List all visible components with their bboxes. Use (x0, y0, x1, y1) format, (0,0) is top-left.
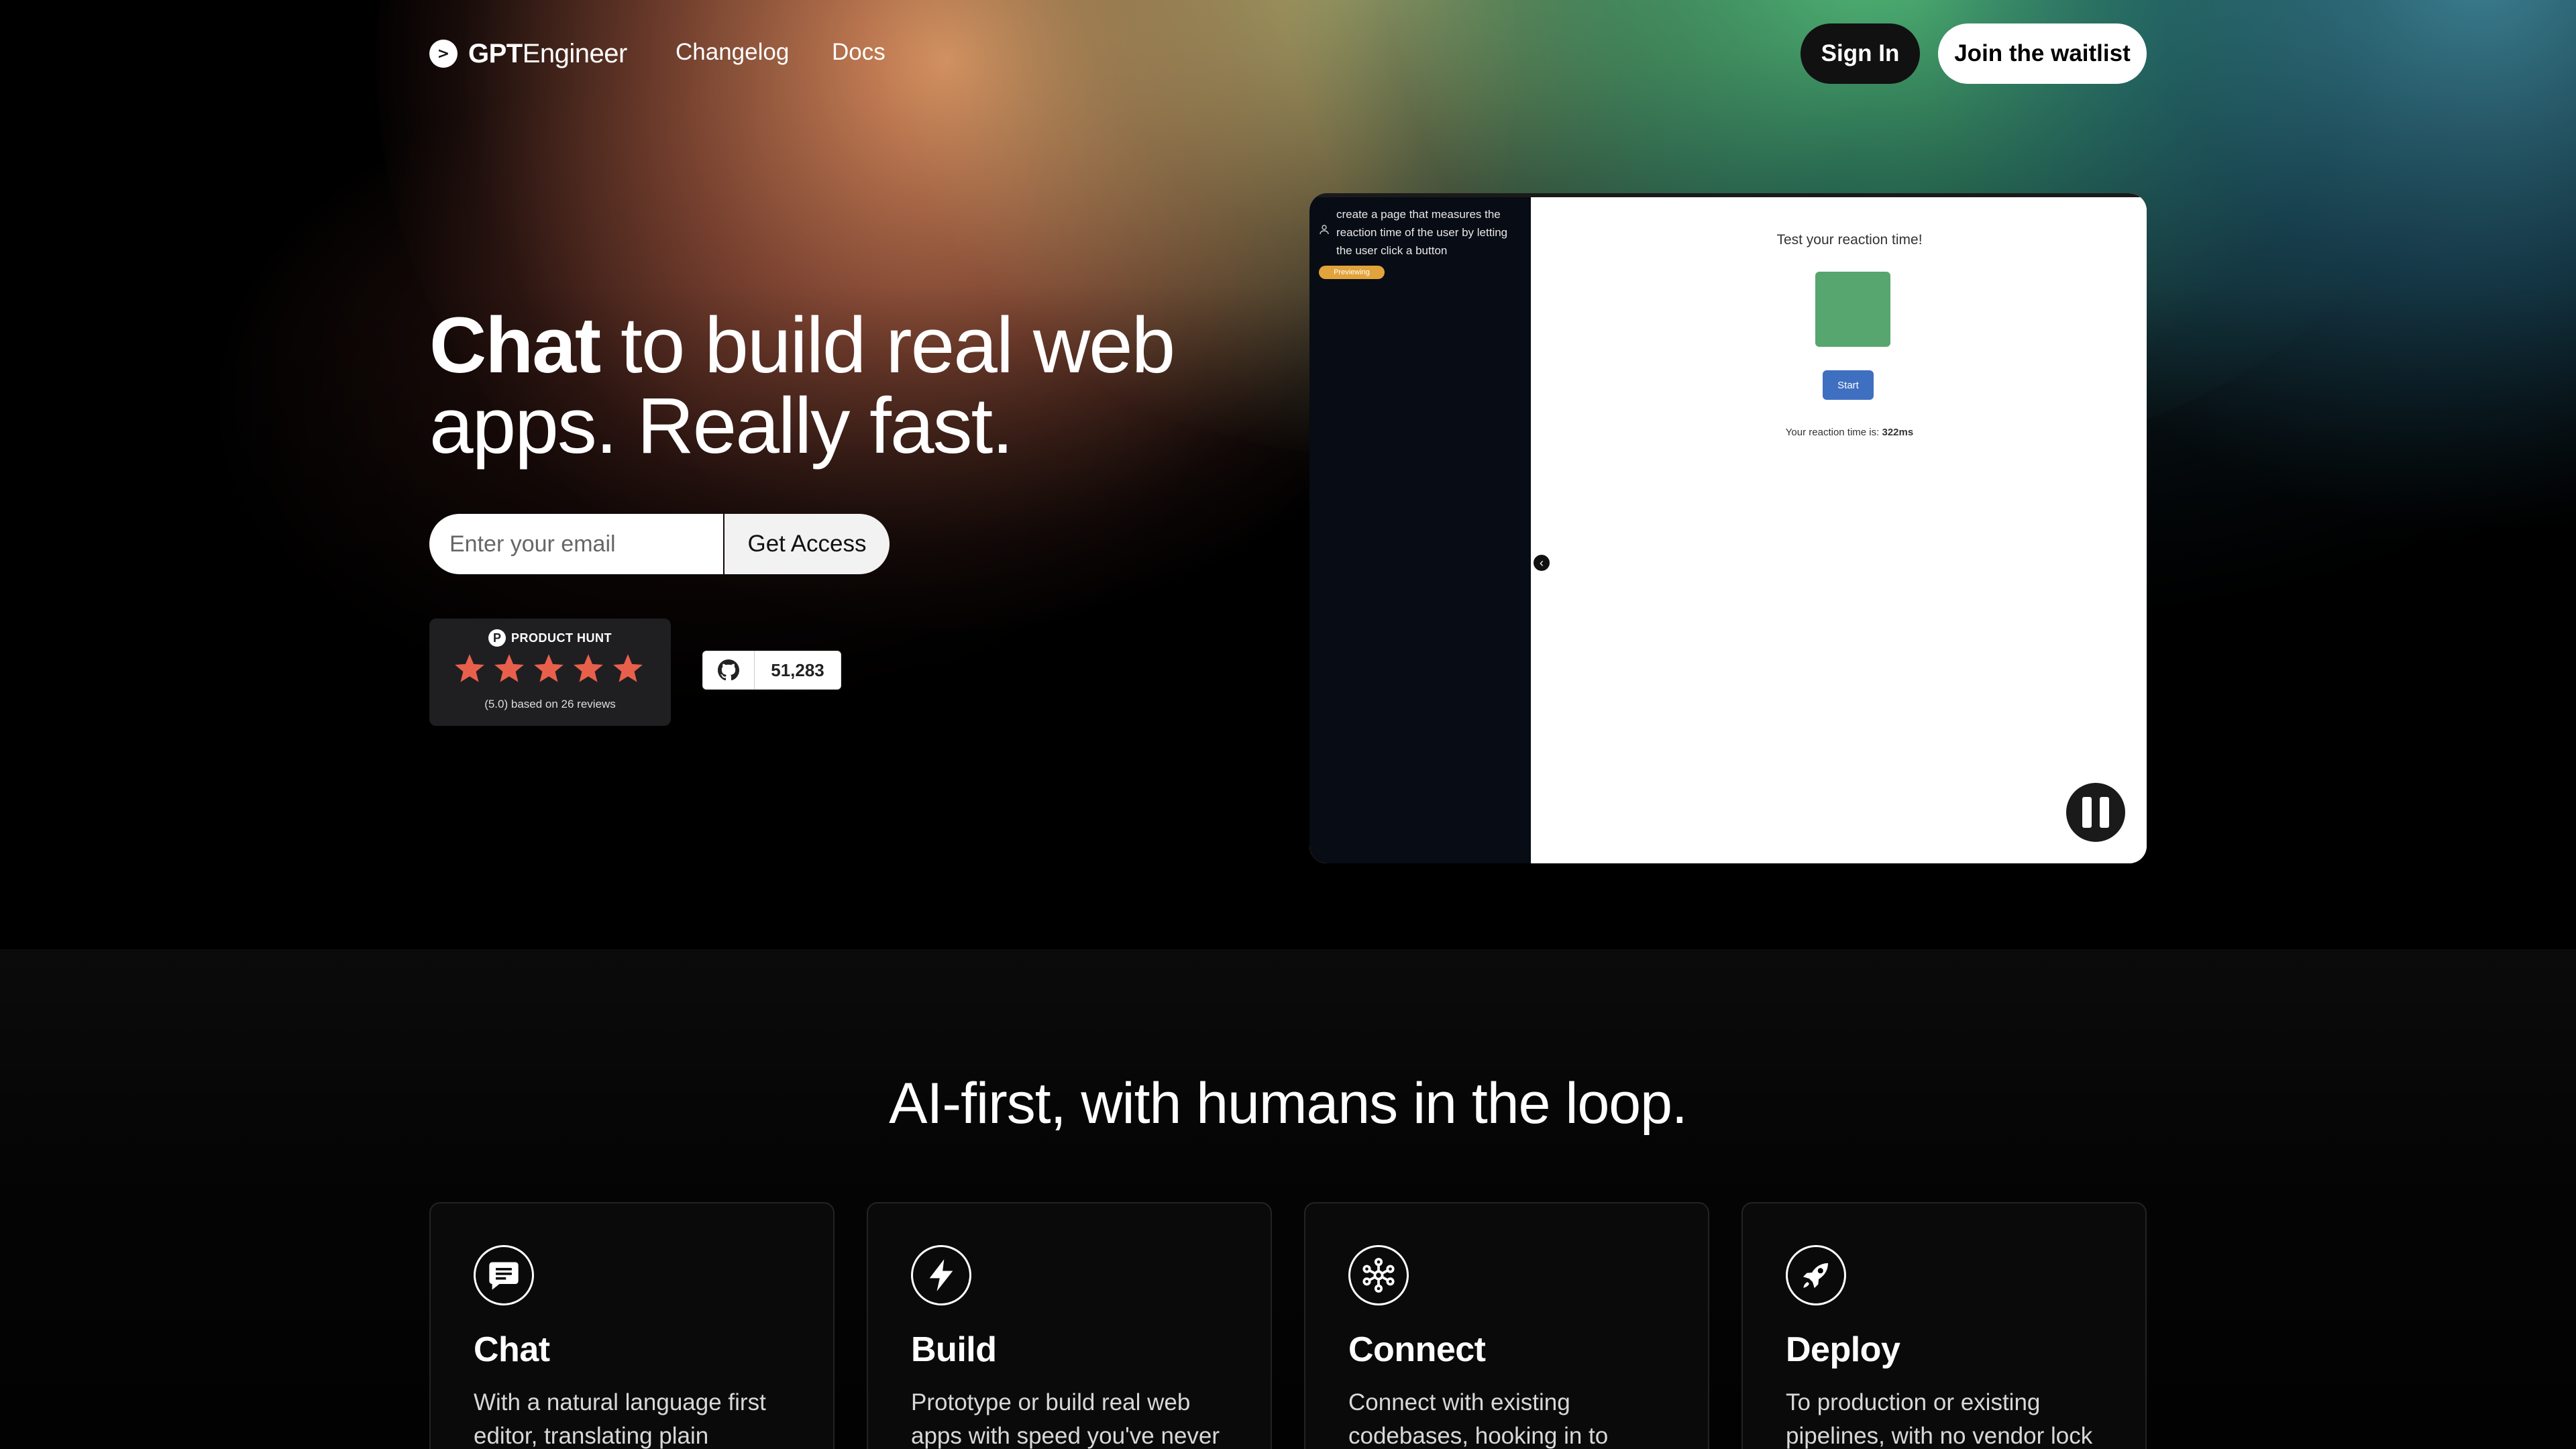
email-input[interactable] (429, 514, 723, 574)
nav-link-changelog[interactable]: Changelog (676, 39, 789, 66)
feature-description: Connect with existing codebases, hooking… (1348, 1389, 1609, 1449)
pause-icon (2082, 797, 2092, 828)
demo-prompt-text: create a page that measures the reaction… (1336, 208, 1508, 257)
product-hunt-header: P PRODUCT HUNT (429, 625, 671, 651)
headline-emphasis: Chat (429, 301, 601, 390)
feature-card-connect: Connect Connect with existing codebases,… (1304, 1202, 1709, 1449)
github-stars-badge[interactable]: 51,283 (702, 651, 841, 690)
product-hunt-reviews: (5.0) based on 26 reviews (484, 698, 616, 710)
rating-stars (452, 652, 650, 686)
star-icon (534, 654, 564, 682)
demo-video[interactable]: create a page that measures the reaction… (1309, 193, 2147, 863)
github-star-count: 51,283 (771, 659, 824, 680)
demo-top-bar (1309, 193, 2147, 197)
hero-fade (0, 0, 2576, 949)
previewing-chip: Previewing (1319, 266, 1385, 279)
user-icon (1320, 225, 1329, 235)
reaction-square (1815, 272, 1890, 347)
pause-button[interactable] (2066, 783, 2125, 842)
features-title: AI-first, with humans in the loop. (889, 1071, 1688, 1136)
sign-in-button[interactable]: Sign In (1801, 23, 1920, 84)
product-hunt-badge[interactable]: P PRODUCT HUNT (5.0) based on 26 reviews (429, 619, 671, 726)
feature-description: Prototype or build real web apps with sp… (911, 1389, 1220, 1449)
feature-title: Chat (474, 1330, 550, 1369)
feature-card-build: Build Prototype or build real web apps w… (867, 1202, 1272, 1449)
feature-description: To production or existing pipelines, wit… (1786, 1389, 2093, 1449)
demo-preview-pane: Test your reaction time! Start Your reac… (1531, 193, 2147, 863)
lightning-bolt-icon (911, 1245, 971, 1305)
site-logo[interactable]: > GPTEngineer (429, 38, 627, 70)
demo-chat-sidebar: create a page that measures the reaction… (1309, 193, 1531, 863)
product-hunt-icon: P (488, 629, 506, 647)
feature-card-chat: Chat With a natural language first edito… (429, 1202, 835, 1449)
feature-card-deploy: Deploy To production or existing pipelin… (1741, 1202, 2147, 1449)
email-signup-form: Get Access (429, 514, 890, 574)
github-icon (703, 651, 755, 690)
feature-title: Connect (1348, 1330, 1486, 1369)
feature-title: Deploy (1786, 1330, 1900, 1369)
demo-title: Test your reaction time! (1776, 232, 1923, 248)
demo-start-button: Start (1823, 370, 1874, 400)
star-icon (494, 654, 524, 682)
features-background (0, 949, 2576, 1449)
logo-icon: > (429, 40, 458, 68)
pause-icon (2100, 797, 2109, 828)
star-icon (574, 654, 603, 682)
star-icon (455, 654, 484, 682)
feature-description: With a natural language first editor, tr… (474, 1389, 766, 1449)
logo-text: GPTEngineer (468, 38, 627, 68)
resize-handle-icon[interactable]: ‹ (1532, 553, 1551, 572)
star-icon (613, 654, 643, 682)
nav-link-docs[interactable]: Docs (832, 39, 885, 66)
page: > GPTEngineer Changelog Docs Sign In Joi… (0, 0, 2576, 1449)
hero-section (0, 0, 2576, 949)
get-access-button[interactable]: Get Access (724, 514, 890, 574)
hero-headline: Chat to build real web apps. Really fast… (429, 305, 1268, 466)
join-waitlist-button[interactable]: Join the waitlist (1938, 23, 2147, 84)
rocket-icon (1786, 1245, 1846, 1305)
product-hunt-label: PRODUCT HUNT (511, 631, 612, 645)
chat-bubble-icon (474, 1245, 534, 1305)
demo-result-text: Your reaction time is: 322ms (1785, 427, 1914, 438)
network-nodes-icon (1348, 1245, 1409, 1305)
feature-title: Build (911, 1330, 997, 1369)
